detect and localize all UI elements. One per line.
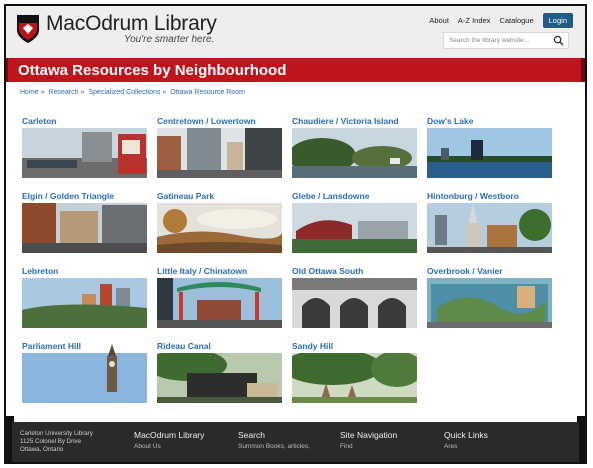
card-title[interactable]: Sandy Hill xyxy=(292,341,417,352)
card-title[interactable]: Centretown / Lowertown xyxy=(157,116,282,127)
a-z-index-link[interactable]: A-Z Index xyxy=(458,16,491,25)
breadcrumb-ottawa-resource-room[interactable]: Ottawa Resource Room xyxy=(170,89,245,96)
card-title[interactable]: Dow's Lake xyxy=(427,116,552,127)
footer-link[interactable]: Find xyxy=(340,443,397,451)
search-placeholder: Search the library website... xyxy=(449,37,530,44)
footer-col-site-navigation: Site Navigation Find xyxy=(340,430,397,451)
footer-heading: Site Navigation xyxy=(340,430,398,440)
carleton-shield-logo[interactable] xyxy=(16,14,40,44)
card-title[interactable]: Hintonburg / Westboro xyxy=(427,191,552,202)
card-lebreton[interactable]: Lebreton xyxy=(22,266,147,328)
about-link[interactable]: About xyxy=(429,16,449,25)
login-button[interactable]: Login xyxy=(542,13,573,28)
neighbourhood-photo[interactable] xyxy=(427,278,552,328)
card-centretown-lowertown[interactable]: Centretown / Lowertown xyxy=(157,116,282,178)
breadcrumb-specialized-collections[interactable]: Specialized Collections xyxy=(88,89,160,96)
neighbourhood-photo[interactable] xyxy=(157,128,282,178)
footer-address: Carleton University Library 1125 Colonel… xyxy=(20,430,93,454)
neighbourhood-photo[interactable] xyxy=(22,203,147,253)
card-rideau-canal[interactable]: Rideau Canal xyxy=(157,341,282,403)
neighbourhood-photo[interactable] xyxy=(292,278,417,328)
neighbourhood-photo[interactable] xyxy=(22,128,147,178)
card-title[interactable]: Rideau Canal xyxy=(157,341,282,352)
card-chaudiere-victoria-island[interactable]: Chaudiere / Victoria Island xyxy=(292,116,417,178)
neighbourhood-photo[interactable] xyxy=(22,278,147,328)
footer-link[interactable]: Ares xyxy=(444,443,488,451)
card-little-italy-chinatown[interactable]: Little Italy / Chinatown xyxy=(157,266,282,328)
search-input[interactable]: Search the library website... xyxy=(443,32,569,49)
card-glebe-lansdowne[interactable]: Glebe / Lansdowne xyxy=(292,191,417,253)
card-title[interactable]: Old Ottawa South xyxy=(292,266,417,277)
neighbourhood-photo[interactable] xyxy=(292,203,417,253)
site-tagline: You're smarter here. xyxy=(124,34,215,45)
site-title[interactable]: MacOdrum Library xyxy=(46,12,217,36)
card-hintonburg-westboro[interactable]: Hintonburg / Westboro xyxy=(427,191,552,253)
page-title-banner: Ottawa Resources by Neighbourhood xyxy=(8,58,583,82)
breadcrumb-research[interactable]: Research xyxy=(49,89,79,96)
footer-col-quick-links: Quick Links Ares xyxy=(444,430,488,451)
footer-link[interactable]: About Us xyxy=(134,443,204,451)
card-title[interactable]: Little Italy / Chinatown xyxy=(157,266,282,277)
neighbourhood-photo[interactable] xyxy=(427,203,552,253)
card-title[interactable]: Chaudiere / Victoria Island xyxy=(292,116,417,127)
banner-right-edge xyxy=(581,58,585,82)
neighbourhood-photo[interactable] xyxy=(157,278,282,328)
card-title[interactable]: Elgin / Golden Triangle xyxy=(22,191,147,202)
footer-heading: MacOdrum Library xyxy=(134,430,205,440)
top-links: About A-Z Index Catalogue Login xyxy=(429,13,573,28)
card-overbrook-vanier[interactable]: Overbrook / Vanier xyxy=(427,266,552,328)
footer-address-line: Ottawa, Ontario xyxy=(20,446,64,453)
breadcrumb: Home» Research» Specialized Collections»… xyxy=(20,89,245,96)
card-carleton[interactable]: Carleton xyxy=(22,116,147,178)
neighbourhood-photo[interactable] xyxy=(157,203,282,253)
site-footer: Carleton University Library 1125 Colonel… xyxy=(12,422,579,462)
card-sandy-hill[interactable]: Sandy Hill xyxy=(292,341,417,403)
neighbourhood-photo[interactable] xyxy=(157,353,282,403)
card-title[interactable]: Overbrook / Vanier xyxy=(427,266,552,277)
neighbourhood-photo[interactable] xyxy=(292,353,417,403)
site-header: MacOdrum Library You're smarter here. Ab… xyxy=(6,6,585,58)
card-dows-lake[interactable]: Dow's Lake xyxy=(427,116,552,178)
breadcrumb-home[interactable]: Home xyxy=(20,89,39,96)
peace-tower-icon xyxy=(107,344,117,392)
footer-heading: Quick Links xyxy=(444,430,488,440)
card-title[interactable]: Carleton xyxy=(22,116,147,127)
footer-link[interactable]: Summon Books, articles, xyxy=(238,443,310,451)
catalogue-link[interactable]: Catalogue xyxy=(499,16,533,25)
card-title[interactable]: Lebreton xyxy=(22,266,147,277)
footer-heading: Search xyxy=(238,430,265,440)
card-gatineau-park[interactable]: Gatineau Park xyxy=(157,191,282,253)
footer-col-macodrum: MacOdrum Library About Us xyxy=(134,430,204,451)
footer-address-line: Carleton University Library xyxy=(20,430,93,437)
browser-frame: MacOdrum Library You're smarter here. Ab… xyxy=(4,4,587,464)
footer-address-line: 1125 Colonel By Drive xyxy=(20,438,82,445)
neighbourhood-photo[interactable] xyxy=(427,128,552,178)
search-icon[interactable] xyxy=(553,35,564,46)
card-title[interactable]: Gatineau Park xyxy=(157,191,282,202)
footer-col-search: Search Summon Books, articles, xyxy=(238,430,310,451)
card-elgin-golden-triangle[interactable]: Elgin / Golden Triangle xyxy=(22,191,147,253)
card-title[interactable]: Glebe / Lansdowne xyxy=(292,191,417,202)
card-old-ottawa-south[interactable]: Old Ottawa South xyxy=(292,266,417,328)
neighbourhood-photo[interactable] xyxy=(292,128,417,178)
